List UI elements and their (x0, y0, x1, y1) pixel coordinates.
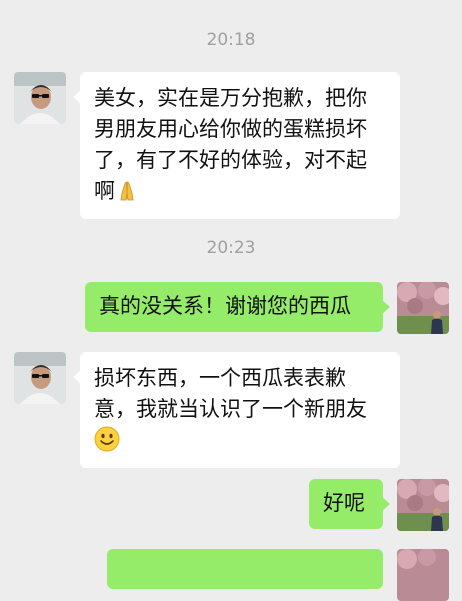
my-avatar[interactable] (397, 282, 449, 334)
bubble-tail (73, 370, 81, 384)
bubble-tail (73, 90, 81, 104)
timestamp: 20:18 (206, 30, 256, 50)
message-bubble-incoming[interactable]: 损坏东西，一个西瓜表表歉意，我就当认识了一个新朋友 (73, 352, 400, 468)
my-avatar[interactable] (397, 549, 449, 601)
smiling-face-icon (94, 426, 120, 452)
my-avatar[interactable] (397, 479, 449, 531)
contact-avatar[interactable] (14, 72, 66, 124)
message-bubble-outgoing[interactable]: 好呢 (309, 479, 390, 529)
avatar-image (397, 549, 449, 601)
message-text: 好呢 (323, 491, 365, 515)
avatar-image (397, 282, 449, 334)
message-bubble-outgoing[interactable]: 真的没关系！谢谢您的西瓜 (85, 282, 390, 332)
avatar-image (14, 352, 66, 404)
message-text: 真的没关系！谢谢您的西瓜 (99, 294, 351, 318)
bubble-tail (382, 497, 390, 511)
folded-hands-icon (115, 179, 139, 203)
contact-avatar[interactable] (14, 352, 66, 404)
bubble-tail (382, 300, 390, 314)
timestamp: 20:23 (206, 238, 256, 258)
message-bubble-incoming[interactable]: 美女，实在是万分抱歉，把你男朋友用心给你做的蛋糕损坏了，有了不好的体验，对不起啊 (73, 72, 400, 219)
message-text: 损坏东西，一个西瓜表表歉意，我就当认识了一个新朋友 (94, 366, 367, 421)
message-bubble-outgoing[interactable] (107, 549, 383, 589)
avatar-image (397, 479, 449, 531)
avatar-image (14, 72, 66, 124)
